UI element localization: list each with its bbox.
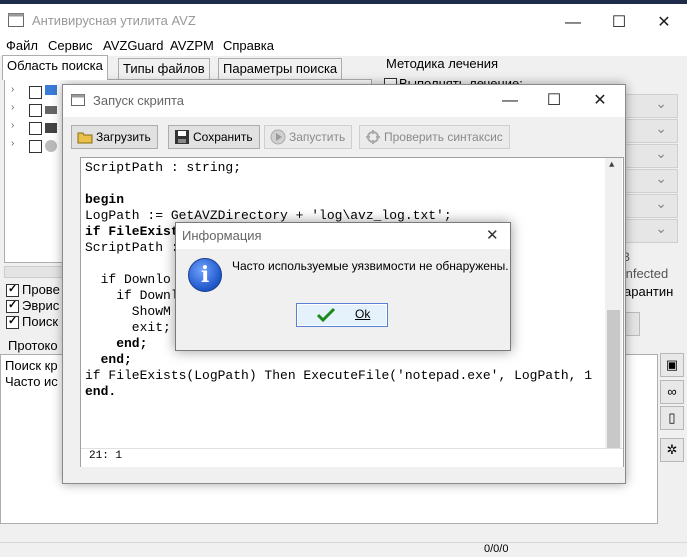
option-checkbox-2[interactable]	[6, 298, 19, 313]
save-label: Сохранить	[193, 130, 253, 144]
tree-checkbox[interactable]	[29, 122, 42, 135]
dialog-title-bar[interactable]: Информация ✕	[176, 223, 510, 249]
treatment-select-3[interactable]	[620, 144, 678, 168]
info-icon: i	[188, 258, 222, 292]
code-line: ScriptPath : string;	[85, 160, 242, 175]
script-close-button[interactable]: ✕	[577, 86, 623, 116]
log-line-2: Часто ис	[5, 374, 58, 389]
script-minimize-button[interactable]: —	[487, 86, 533, 116]
check-syntax-label: Проверить синтаксис	[384, 130, 503, 144]
open-folder-icon	[77, 132, 93, 144]
menu-avzpm[interactable]: AVZPM	[170, 38, 214, 53]
checkmark-icon	[317, 307, 335, 322]
drive-icon	[45, 123, 57, 133]
tree-checkbox[interactable]	[29, 140, 42, 153]
menu-file[interactable]: Файл	[6, 38, 38, 53]
editor-status-bar: 21: 1	[81, 448, 623, 467]
cursor-position: 21: 1	[89, 450, 123, 462]
code-line: end;	[85, 352, 132, 367]
option-label-3: Поиск	[22, 314, 59, 329]
treatment-fragment-infected: Infected	[622, 266, 669, 281]
tree-expand-icon[interactable]: ›	[11, 84, 14, 95]
drive-icon	[45, 106, 57, 114]
treatment-select-6[interactable]	[620, 219, 678, 243]
ok-label: Ok	[355, 307, 371, 321]
treatment-fragment-quarantine: арантин	[624, 284, 674, 299]
log-line-1: Поиск кр	[5, 358, 58, 373]
tab-search-area[interactable]: Область поиска	[2, 55, 108, 80]
tree-expand-icon[interactable]: ›	[11, 102, 14, 113]
treatment-title: Методика лечения	[386, 56, 499, 71]
scroll-up-arrow-icon[interactable]: ▲	[609, 160, 614, 170]
status-counter: 0/0/0	[484, 543, 509, 555]
app-icon	[8, 13, 24, 27]
code-line: if FileExists(LogPath) Then ExecuteFile(…	[85, 368, 593, 383]
option-checkbox-1[interactable]	[6, 282, 19, 297]
option-label-1: Прове	[22, 282, 60, 297]
ok-button[interactable]: Ok	[296, 303, 388, 327]
play-icon	[270, 129, 286, 145]
tree-checkbox[interactable]	[29, 86, 42, 99]
save-script-button[interactable]: Сохранить	[168, 125, 260, 149]
dialog-title: Информация	[182, 228, 262, 243]
editor-scroll-thumb[interactable]	[607, 310, 620, 448]
settings-button[interactable]: ✲	[660, 438, 684, 462]
check-syntax-button[interactable]: Проверить синтаксис	[359, 125, 510, 149]
tree-checkbox[interactable]	[29, 104, 42, 117]
status-bar: 0/0/0	[0, 542, 687, 557]
syntax-check-icon	[366, 130, 380, 144]
tab-search-params[interactable]: Параметры поиска	[218, 58, 343, 79]
treatment-select-4[interactable]	[620, 169, 678, 193]
run-script-button[interactable]: Запустить	[264, 125, 353, 149]
start-button-fragment[interactable]	[624, 312, 640, 336]
code-line: end.	[85, 384, 117, 399]
tab-file-types[interactable]: Типы файлов	[118, 58, 210, 79]
main-title-bar[interactable]: Антивирусная утилита AVZ — ☐ ✕	[0, 4, 687, 36]
maximize-button[interactable]: ☐	[596, 8, 642, 38]
window-icon	[71, 94, 85, 106]
code-line: begin	[85, 192, 125, 207]
menu-service[interactable]: Сервис	[48, 38, 93, 53]
floppy-icon	[175, 130, 189, 144]
load-label: Загрузить	[96, 130, 151, 144]
tree-expand-icon[interactable]: ›	[11, 120, 14, 131]
document-icon: ▯	[668, 410, 676, 425]
option-label-2: Эврис	[22, 298, 60, 313]
menu-help[interactable]: Справка	[223, 38, 274, 53]
dialog-close-button[interactable]: ✕	[486, 226, 499, 244]
tree-expand-icon[interactable]: ›	[11, 138, 14, 149]
save-log-button[interactable]: ▣	[660, 353, 684, 377]
floppy-icon: ▣	[665, 357, 679, 372]
run-label: Запустить	[289, 130, 346, 144]
code-line: exit;	[85, 320, 171, 335]
load-script-button[interactable]: Загрузить	[71, 125, 158, 149]
info-dialog: Информация ✕ i Часто используемые уязвим…	[175, 222, 511, 351]
computer-icon	[45, 85, 57, 95]
treatment-select-5[interactable]	[620, 194, 678, 218]
menu-avzguard[interactable]: AVZGuard	[103, 38, 163, 53]
dialog-message: Часто используемые уязвимости не обнаруж…	[232, 259, 509, 273]
code-line: end;	[85, 336, 148, 351]
close-button[interactable]: ✕	[641, 8, 687, 38]
log-tab[interactable]: Протоко	[8, 338, 58, 353]
treatment-select-2[interactable]	[620, 119, 678, 143]
code-line: ScriptPath :	[85, 240, 179, 255]
treatment-select-1[interactable]	[620, 94, 678, 118]
script-title-bar[interactable]: Запуск скрипта — ☐ ✕	[63, 85, 625, 117]
disc-icon	[45, 140, 57, 152]
glasses-button[interactable]: ∞	[660, 380, 684, 404]
new-file-button[interactable]: ▯	[660, 406, 684, 430]
option-checkbox-3[interactable]	[6, 314, 19, 329]
minimize-button[interactable]: —	[550, 8, 596, 38]
script-maximize-button[interactable]: ☐	[531, 86, 577, 116]
gear-icon: ✲	[666, 442, 678, 457]
main-window-title: Антивирусная утилита AVZ	[32, 13, 196, 28]
menu-bar: Файл Сервис AVZGuard AVZPM Справка	[0, 36, 687, 56]
code-line: if FileExist	[85, 224, 179, 239]
glasses-icon: ∞	[667, 384, 677, 399]
script-window-title: Запуск скрипта	[93, 93, 185, 108]
